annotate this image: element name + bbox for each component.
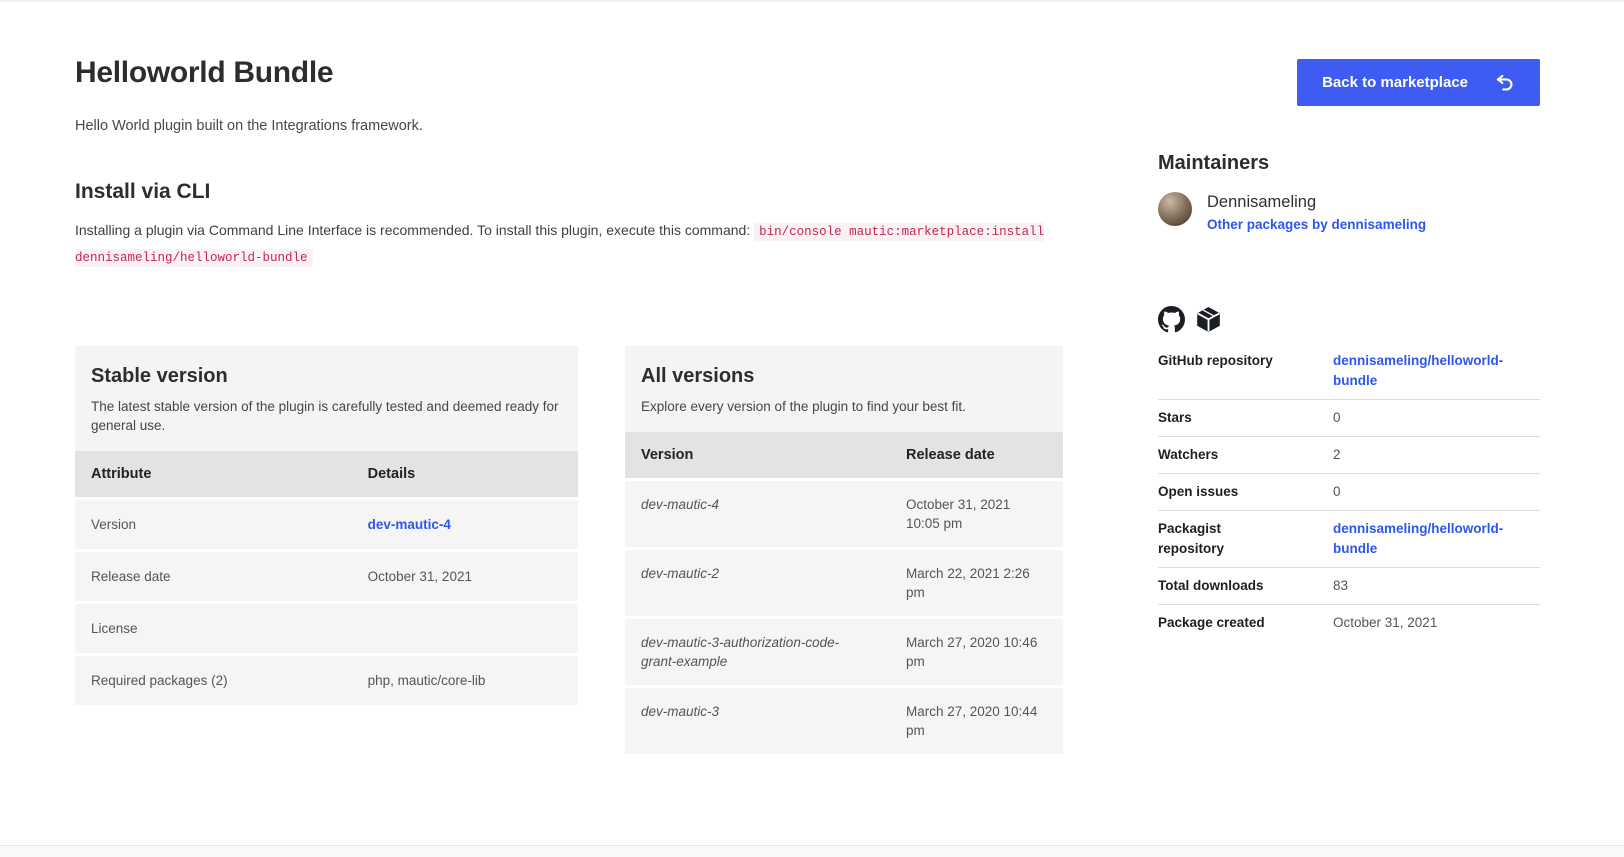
version-cell: dev-mautic-3 (625, 688, 890, 754)
back-to-marketplace-button[interactable]: Back to marketplace (1297, 59, 1540, 106)
detail-label: Open issues (1158, 474, 1333, 511)
version-cell: dev-mautic-3-authorization-code-grant-ex… (625, 619, 890, 685)
maintainer-item: Dennisameling Other packages by dennisam… (1158, 192, 1540, 234)
table-row: GitHub repository dennisameling/hellowor… (1158, 343, 1540, 400)
table-row: Open issues 0 (1158, 474, 1540, 511)
attribute-cell: License (75, 604, 352, 653)
maintainer-info: Dennisameling Other packages by dennisam… (1207, 192, 1426, 234)
stable-version-card: Stable version The latest stable version… (75, 346, 578, 708)
other-packages-link[interactable]: Other packages by dennisameling (1207, 217, 1426, 232)
table-row: Version dev-mautic-4 (75, 500, 578, 549)
details-cell: October 31, 2021 (352, 552, 578, 601)
install-cli-text: Installing a plugin via Command Line Int… (75, 218, 1065, 270)
packagist-repository-link[interactable]: dennisameling/helloworld-bundle (1333, 521, 1503, 556)
attribute-cell: Version (75, 500, 352, 549)
detail-value: October 31, 2021 (1333, 605, 1540, 642)
detail-label: Stars (1158, 400, 1333, 437)
version-cell: dev-mautic-4 (625, 481, 890, 547)
detail-value: 0 (1333, 474, 1540, 511)
maintainer-name: Dennisameling (1207, 192, 1426, 212)
table-row: Watchers 2 (1158, 437, 1540, 474)
sidebar: Maintainers Dennisameling Other packages… (1158, 152, 1540, 757)
back-to-marketplace-label: Back to marketplace (1322, 74, 1468, 91)
stable-version-heading: Stable version (91, 365, 562, 388)
all-versions-card-header: All versions Explore every version of th… (625, 346, 1063, 432)
release-date-cell: October 31, 2021 10:05 pm (890, 481, 1063, 547)
install-cli-instruction: Installing a plugin via Command Line Int… (75, 222, 750, 238)
table-row: License (75, 604, 578, 653)
column-header-version: Version (625, 432, 890, 478)
page-title: Helloworld Bundle (75, 56, 423, 90)
detail-value: 0 (1333, 400, 1540, 437)
github-repository-link[interactable]: dennisameling/helloworld-bundle (1333, 353, 1503, 388)
column-header-release-date: Release date (890, 432, 1063, 478)
footer-strip (0, 845, 1624, 857)
undo-arrow-icon (1494, 72, 1515, 93)
details-cell: php, mautic/core-lib (352, 656, 578, 705)
plugin-description: Hello World plugin built on the Integrat… (75, 118, 423, 134)
release-date-cell: March 27, 2020 10:44 pm (890, 688, 1063, 754)
all-versions-table: Version Release date dev-mautic-4 Octobe… (625, 429, 1063, 757)
stable-version-card-header: Stable version The latest stable version… (75, 346, 578, 451)
release-date-cell: March 22, 2021 2:26 pm (890, 550, 1063, 616)
table-row: dev-mautic-3 March 27, 2020 10:44 pm (625, 688, 1063, 754)
title-block: Helloworld Bundle Hello World plugin bui… (75, 56, 423, 134)
table-row: Stars 0 (1158, 400, 1540, 437)
repository-details-table: GitHub repository dennisameling/hellowor… (1158, 343, 1540, 641)
stable-version-table: Attribute Details Version dev-mautic-4 R… (75, 448, 578, 708)
maintainers-heading: Maintainers (1158, 152, 1540, 175)
table-header-row: Version Release date (625, 432, 1063, 478)
column-header-attribute: Attribute (75, 451, 352, 497)
maintainer-avatar (1158, 192, 1192, 226)
main-content: Install via CLI Installing a plugin via … (75, 152, 1065, 757)
table-row: Total downloads 83 (1158, 568, 1540, 605)
version-cell: dev-mautic-2 (625, 550, 890, 616)
stable-version-link[interactable]: dev-mautic-4 (368, 517, 451, 532)
table-header-row: Attribute Details (75, 451, 578, 497)
table-row: dev-mautic-4 October 31, 2021 10:05 pm (625, 481, 1063, 547)
marketplace-plugin-detail-page: Helloworld Bundle Hello World plugin bui… (0, 2, 1624, 757)
detail-label: Total downloads (1158, 568, 1333, 605)
detail-value: 83 (1333, 568, 1540, 605)
release-date-cell: March 27, 2020 10:46 pm (890, 619, 1063, 685)
detail-label: GitHub repository (1158, 343, 1333, 400)
repository-icons (1158, 306, 1540, 333)
detail-value: 2 (1333, 437, 1540, 474)
all-versions-description: Explore every version of the plugin to f… (641, 397, 1047, 416)
stable-version-description: The latest stable version of the plugin … (91, 397, 562, 435)
table-row: Required packages (2) php, mautic/core-l… (75, 656, 578, 705)
version-cards: Stable version The latest stable version… (75, 346, 1065, 757)
table-row: dev-mautic-3-authorization-code-grant-ex… (625, 619, 1063, 685)
table-row: Release date October 31, 2021 (75, 552, 578, 601)
details-cell: dev-mautic-4 (352, 500, 578, 549)
detail-label: Packagist repository (1158, 511, 1333, 568)
main-layout: Install via CLI Installing a plugin via … (75, 152, 1540, 757)
install-cli-heading: Install via CLI (75, 180, 1065, 204)
all-versions-heading: All versions (641, 365, 1047, 388)
all-versions-card: All versions Explore every version of th… (625, 346, 1063, 757)
detail-label: Package created (1158, 605, 1333, 642)
detail-value: dennisameling/helloworld-bundle (1333, 343, 1540, 400)
github-icon (1158, 306, 1185, 333)
table-row: Packagist repository dennisameling/hello… (1158, 511, 1540, 568)
page-header: Helloworld Bundle Hello World plugin bui… (75, 2, 1540, 134)
detail-label: Watchers (1158, 437, 1333, 474)
package-icon (1195, 306, 1222, 333)
table-row: Package created October 31, 2021 (1158, 605, 1540, 642)
table-row: dev-mautic-2 March 22, 2021 2:26 pm (625, 550, 1063, 616)
column-header-details: Details (352, 451, 578, 497)
install-cli-section: Install via CLI Installing a plugin via … (75, 180, 1065, 270)
attribute-cell: Release date (75, 552, 352, 601)
attribute-cell: Required packages (2) (75, 656, 352, 705)
details-cell (352, 604, 578, 653)
detail-value: dennisameling/helloworld-bundle (1333, 511, 1540, 568)
